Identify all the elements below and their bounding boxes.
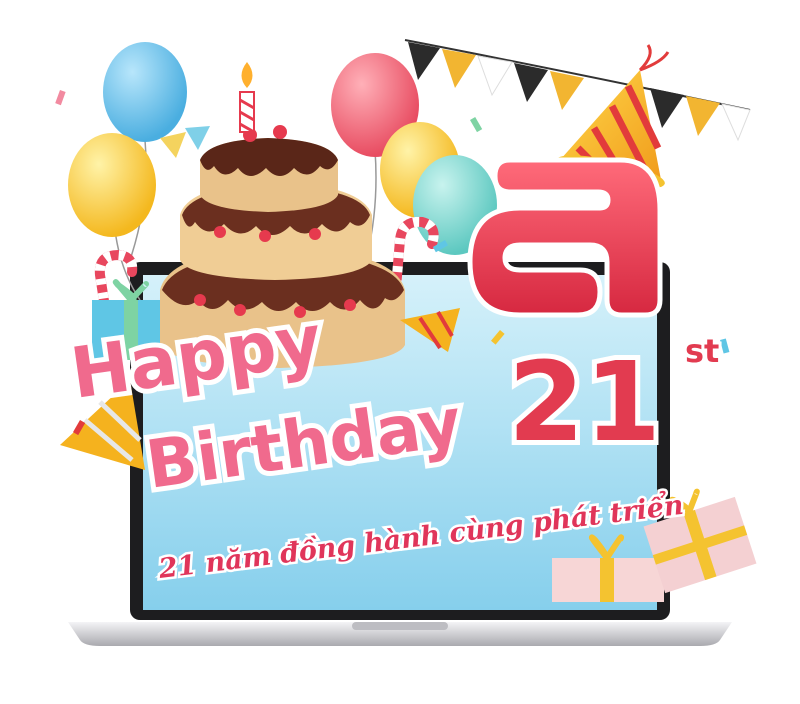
logo-icon xyxy=(467,157,663,318)
banner-artwork: Happy Birthday 21 st 21 năm đồng hành cù… xyxy=(55,39,757,646)
birthday-banner: Happy Birthday 21 st 21 năm đồng hành cù… xyxy=(0,0,800,700)
laptop-notch xyxy=(352,622,448,630)
anniversary-suffix: st xyxy=(685,332,719,370)
anniversary-number: 21 xyxy=(508,338,661,466)
anniversary: 21 st xyxy=(503,329,722,471)
bunting-flag-icon xyxy=(404,39,751,142)
